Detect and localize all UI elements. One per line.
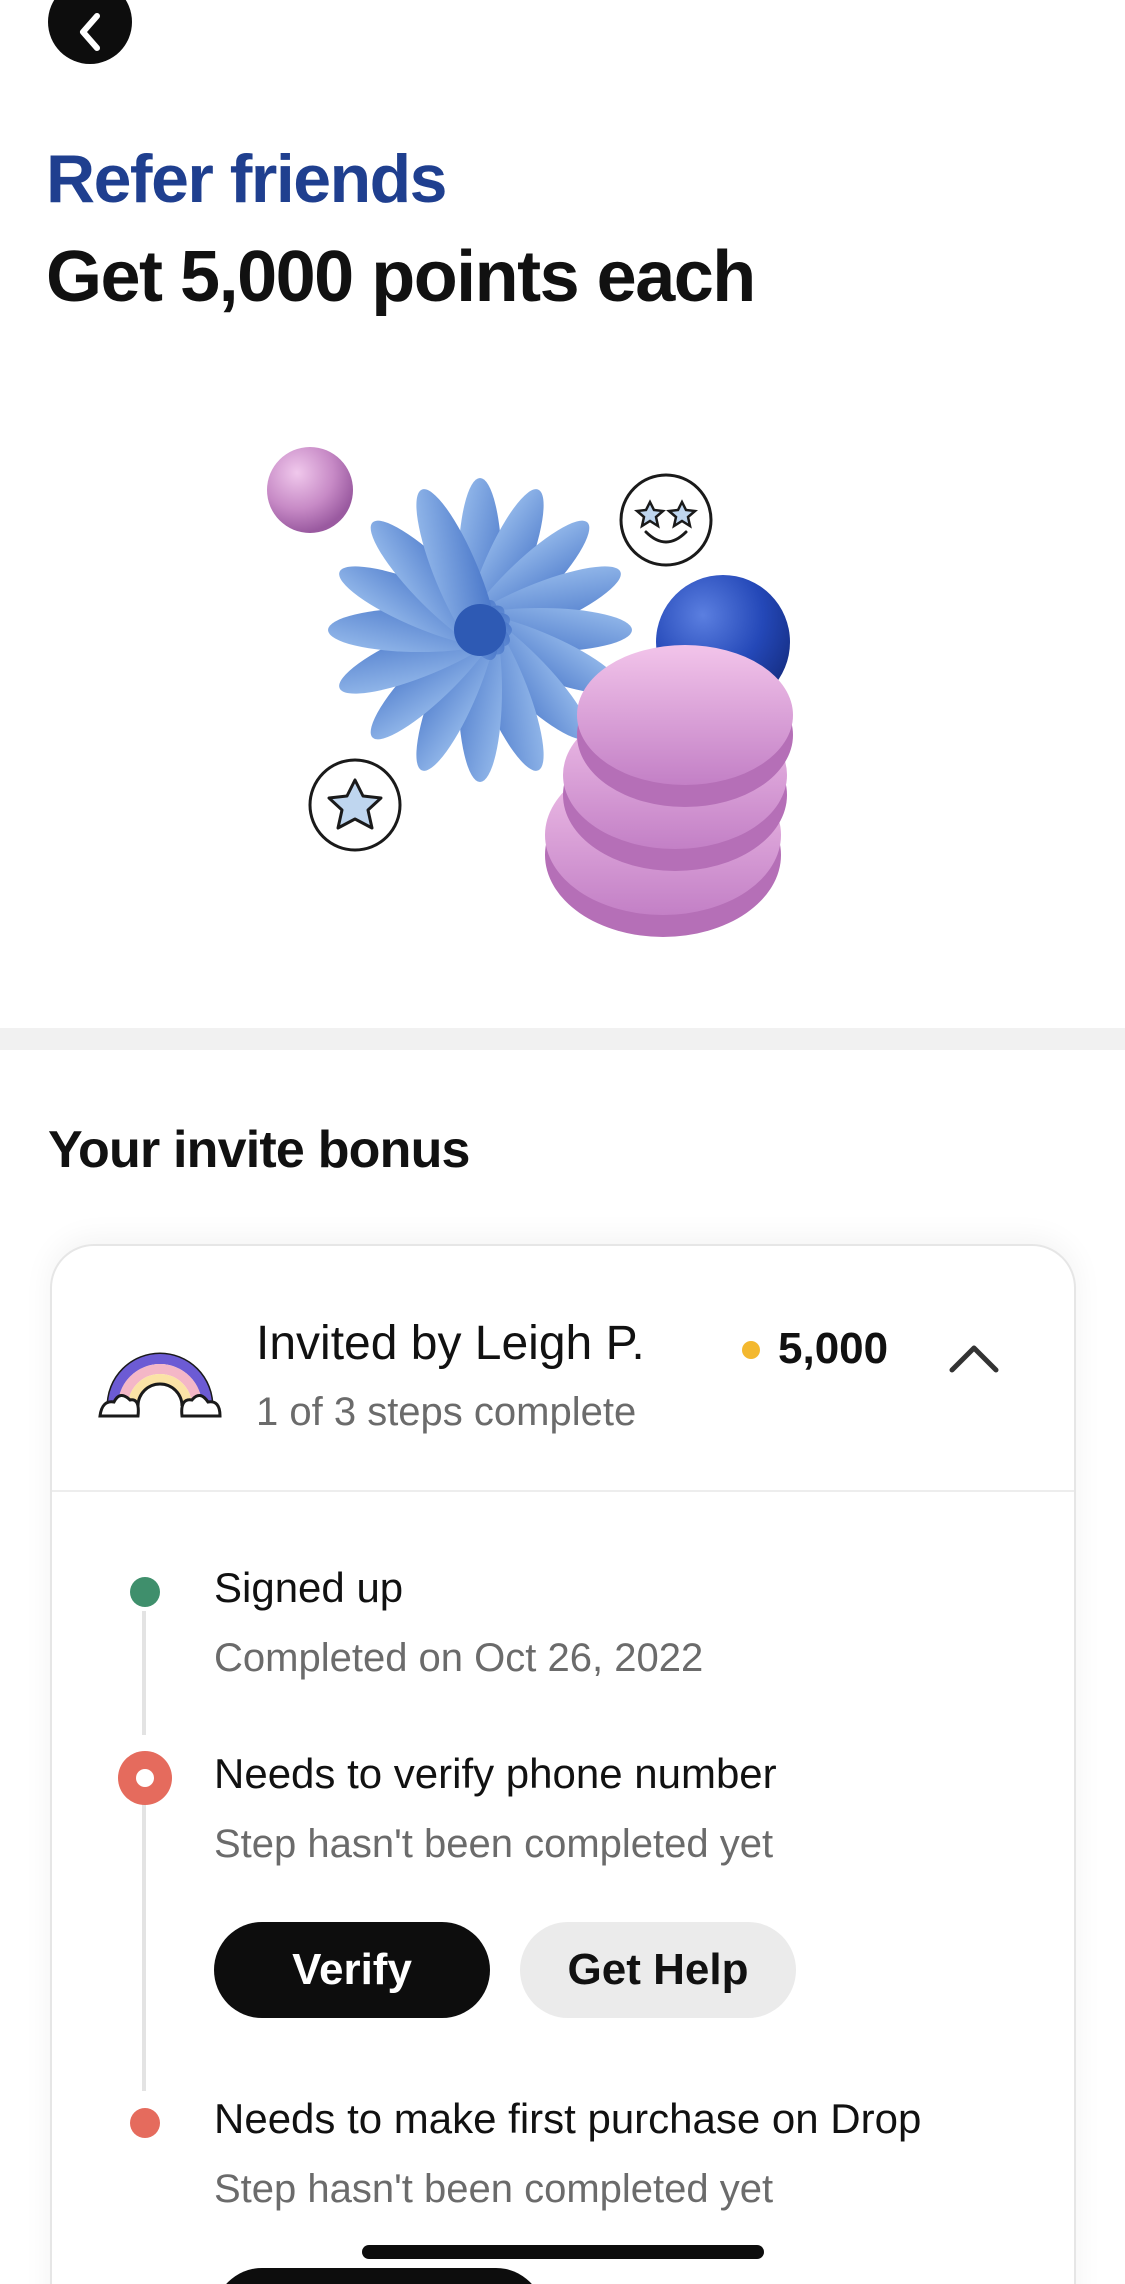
steps-progress-text: 1 of 3 steps complete [256, 1390, 637, 1434]
chevron-up-icon[interactable] [944, 1338, 1004, 1378]
next-step-button[interactable] [214, 2268, 544, 2284]
timeline-connector [142, 1801, 146, 2091]
step-title: Signed up [214, 1564, 404, 1611]
back-button[interactable] [48, 0, 132, 64]
referral-illustration [267, 447, 793, 937]
step-subtitle: Step hasn't been completed yet [214, 2167, 774, 2211]
get-help-button[interactable]: Get Help [520, 1922, 796, 2018]
invite-bonus-card: Invited by Leigh P. 1 of 3 steps complet… [50, 1244, 1076, 2284]
chevron-left-icon [80, 13, 100, 51]
card-header[interactable]: Invited by Leigh P. 1 of 3 steps complet… [52, 1246, 1074, 1492]
home-indicator [362, 2245, 764, 2259]
step-complete-dot [130, 1577, 160, 1607]
step-current-dot [118, 1751, 172, 1805]
page-eyebrow: Refer friends [46, 141, 447, 217]
step-pending-dot [130, 2108, 160, 2138]
step-title: Needs to make first purchase on Drop [214, 2095, 922, 2142]
step-subtitle: Completed on Oct 26, 2022 [214, 1636, 704, 1680]
timeline-connector [142, 1611, 146, 1735]
rainbow-icon [98, 1352, 222, 1418]
step-title: Needs to verify phone number [214, 1750, 777, 1797]
points-coin-icon [742, 1341, 760, 1359]
section-title: Your invite bonus [48, 1121, 470, 1179]
section-divider [0, 1028, 1125, 1050]
verify-button[interactable]: Verify [214, 1922, 490, 2018]
page-title: Get 5,000 points each [46, 237, 756, 317]
points-value: 5,000 [778, 1324, 889, 1373]
inviter-name: Invited by Leigh P. [256, 1317, 645, 1370]
step-subtitle: Step hasn't been completed yet [214, 1822, 774, 1866]
